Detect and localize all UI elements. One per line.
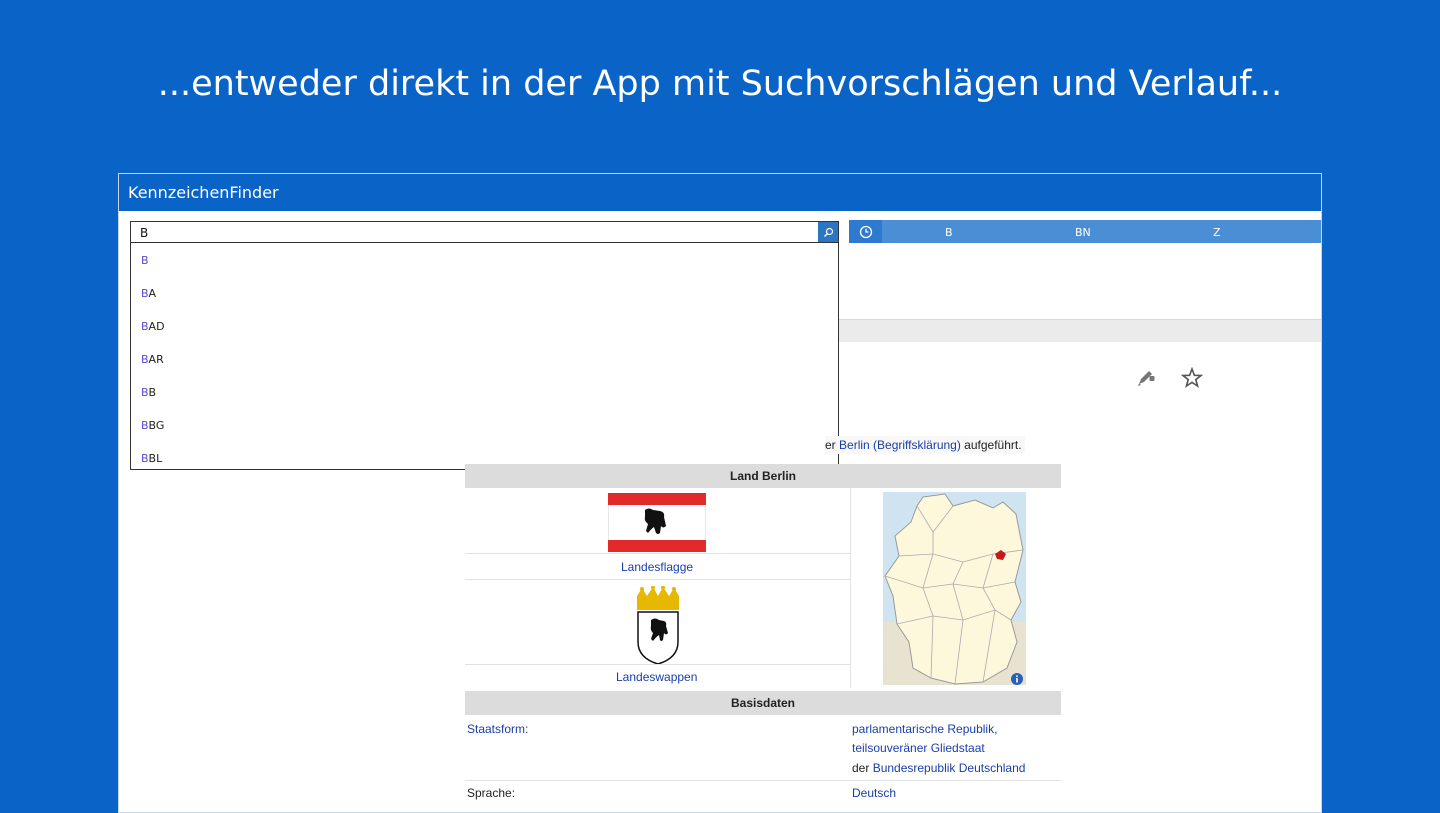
content-header-band bbox=[839, 319, 1321, 342]
suggestion-item[interactable]: BB bbox=[141, 386, 156, 399]
sprache-label: Sprache: bbox=[467, 786, 516, 800]
article-intro: er Berlin (Begriffsklärung) aufgeführt. bbox=[825, 436, 1025, 454]
search-icon bbox=[823, 227, 833, 237]
berlin-coat-of-arms-image[interactable] bbox=[633, 586, 683, 665]
history-item-z[interactable]: Z bbox=[1213, 226, 1221, 239]
edit-icon[interactable] bbox=[1135, 367, 1157, 389]
sprache-value-link[interactable]: Deutsch bbox=[852, 786, 896, 800]
search-button[interactable] bbox=[818, 222, 838, 242]
staatsform-line3: der Bundesrepublik Deutschland bbox=[852, 761, 1026, 775]
search-input[interactable]: B bbox=[130, 221, 839, 243]
berlin-location-map[interactable] bbox=[883, 492, 1026, 685]
star-icon[interactable] bbox=[1181, 367, 1203, 389]
infobox-section-basisdaten: Basisdaten bbox=[465, 691, 1061, 715]
history-item-b[interactable]: B bbox=[945, 226, 953, 239]
disambiguation-link[interactable]: Berlin (Begriffsklärung) bbox=[839, 438, 961, 452]
clock-icon bbox=[859, 225, 872, 238]
suggestion-item[interactable]: BAR bbox=[141, 353, 164, 366]
promo-caption: ...entweder direkt in der App mit Suchvo… bbox=[157, 64, 1283, 104]
brd-link[interactable]: Bundesrepublik Deutschland bbox=[873, 761, 1026, 775]
info-icon[interactable] bbox=[1011, 673, 1023, 685]
app-title: KennzeichenFinder bbox=[119, 174, 1321, 211]
history-bar: B BN Z bbox=[849, 220, 1321, 243]
berlin-flag-image[interactable] bbox=[608, 493, 706, 552]
suggestion-item[interactable]: BBL bbox=[141, 452, 162, 465]
search-value: B bbox=[140, 226, 149, 240]
staatsform-label-link[interactable]: Staatsform: bbox=[467, 722, 528, 736]
history-button[interactable] bbox=[849, 220, 882, 243]
history-item-bn[interactable]: BN bbox=[1075, 226, 1091, 239]
suggestion-item[interactable]: BA bbox=[141, 287, 156, 300]
app-window: KennzeichenFinder B B BA BAD BAR BB BBG … bbox=[118, 173, 1322, 813]
flag-caption-link[interactable]: Landesflagge bbox=[621, 560, 693, 574]
suggestion-list: B BA BAD BAR BB BBG BBL bbox=[130, 243, 839, 470]
staatsform-value-link[interactable]: parlamentarische Republik, bbox=[852, 722, 997, 736]
suggestion-item[interactable]: BAD bbox=[141, 320, 165, 333]
coat-caption-link[interactable]: Landeswappen bbox=[616, 670, 697, 684]
infobox-title: Land Berlin bbox=[465, 464, 1061, 488]
suggestion-item[interactable]: B bbox=[141, 254, 149, 267]
suggestion-item[interactable]: BBG bbox=[141, 419, 164, 432]
staatsform-gliedstaat-link[interactable]: teilsouveräner Gliedstaat bbox=[852, 741, 985, 755]
